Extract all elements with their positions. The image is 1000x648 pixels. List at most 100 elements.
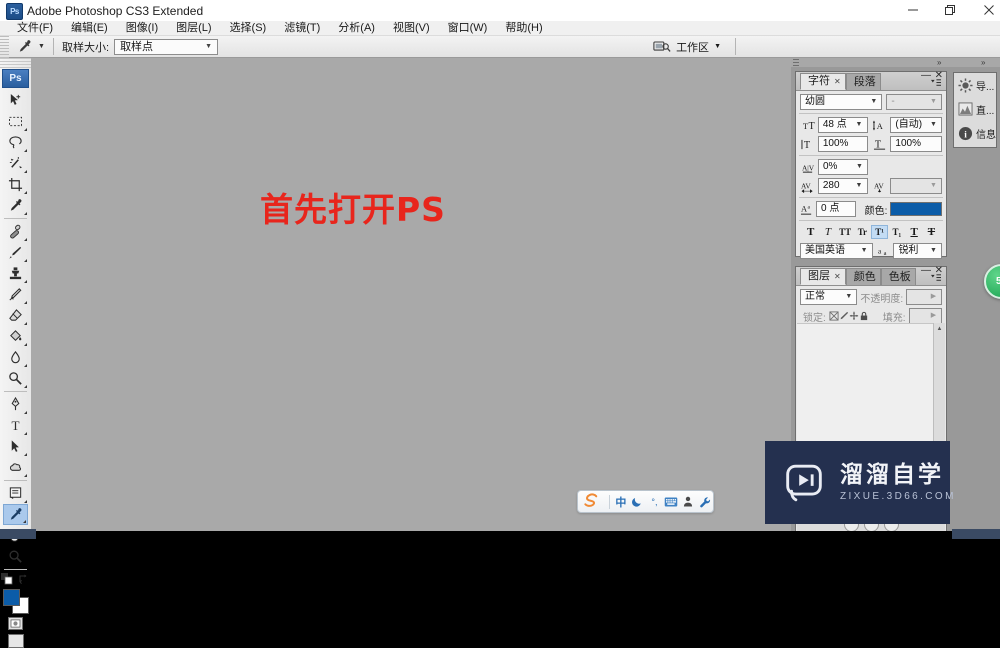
standard-mask-mode-icon[interactable]	[8, 617, 23, 630]
menu-edit[interactable]: 编辑(E)	[62, 21, 117, 36]
font-family-select[interactable]: 幼圆 ▼	[800, 94, 883, 110]
menu-image[interactable]: 图像(I)	[117, 21, 167, 36]
toolbox-ps-badge[interactable]: Ps	[2, 69, 29, 88]
clone-stamp-tool[interactable]	[3, 263, 28, 284]
history-brush-tool[interactable]	[3, 284, 28, 305]
fill-input[interactable]: ▶	[908, 308, 942, 324]
menu-select[interactable]: 选择(S)	[221, 21, 276, 36]
tab-close-icon[interactable]: ✕	[834, 73, 841, 90]
lock-all-icon[interactable]	[859, 310, 869, 323]
all-caps-button[interactable]: TT	[837, 225, 854, 239]
default-colors-icon[interactable]	[1, 573, 13, 585]
menu-help[interactable]: 帮助(H)	[496, 21, 551, 36]
collapse-icon-dock-icon[interactable]: »	[981, 59, 986, 67]
underline-button[interactable]: T	[906, 225, 923, 239]
menu-view[interactable]: 视图(V)	[384, 21, 439, 36]
lock-image-icon[interactable]	[839, 310, 849, 323]
dock-info[interactable]: i 信息	[954, 121, 996, 145]
tab-character[interactable]: 字符 ✕	[800, 73, 846, 90]
workspace-button[interactable]: 工作区 ▼	[644, 36, 729, 57]
user-icon[interactable]	[680, 491, 697, 512]
screen-mode-icon[interactable]	[7, 634, 24, 648]
crop-tool[interactable]	[3, 174, 28, 195]
faux-bold-button[interactable]: T	[802, 225, 819, 239]
canvas-area[interactable]: 首先打开PS 中 °,	[31, 58, 791, 539]
subscript-button[interactable]: T₁	[888, 225, 905, 239]
eraser-tool[interactable]	[3, 305, 28, 326]
tab-color[interactable]: 颜色	[845, 268, 881, 285]
tab-layers[interactable]: 图层 ✕	[800, 268, 846, 285]
font-style-select[interactable]: - ▼	[886, 94, 942, 110]
faux-italic-button[interactable]: T	[819, 225, 836, 239]
lock-transparency-icon[interactable]	[829, 310, 839, 323]
vertical-scale-input[interactable]: 100%	[817, 136, 868, 152]
healing-brush-tool[interactable]	[3, 221, 28, 242]
dock-histogram[interactable]: 直...	[954, 97, 996, 121]
notes-tool[interactable]	[3, 483, 28, 504]
kerning-input[interactable]: 0% ▼	[818, 159, 868, 175]
tool-expand-corner-icon	[24, 432, 27, 435]
tab-close-icon[interactable]: ✕	[834, 268, 841, 285]
panel-menu-icon[interactable]	[929, 271, 943, 284]
tab-paragraph[interactable]: 段落	[845, 73, 881, 90]
collapse-panels-icon[interactable]: »	[937, 59, 942, 67]
toolbox-wrench-icon[interactable]	[696, 491, 713, 512]
small-caps-button[interactable]: Tr	[854, 225, 871, 239]
eyedropper-icon[interactable]	[12, 37, 36, 57]
dodge-tool[interactable]	[3, 368, 28, 389]
panel-menu-icon[interactable]	[929, 76, 943, 89]
pen-tool[interactable]	[3, 394, 28, 415]
tab-swatches[interactable]: 色板	[880, 268, 916, 285]
lock-position-icon[interactable]	[849, 310, 859, 323]
strikethrough-button[interactable]: T	[923, 225, 940, 239]
zoom-tool[interactable]	[3, 546, 28, 567]
toolbox-grip[interactable]	[0, 58, 31, 68]
menu-file[interactable]: 文件(F)	[8, 21, 62, 36]
dock-grip[interactable]: » »	[791, 58, 1000, 67]
menu-layer[interactable]: 图层(L)	[167, 21, 220, 36]
opacity-input[interactable]: ▶	[906, 289, 942, 305]
menu-window[interactable]: 窗口(W)	[439, 21, 497, 36]
eyedropper-active-tool[interactable]	[3, 504, 28, 525]
menu-filter[interactable]: 滤镜(T)	[275, 21, 329, 36]
antialias-icon: aa	[877, 243, 892, 259]
paint-bucket-tool[interactable]	[3, 326, 28, 347]
shape-tool[interactable]	[3, 457, 28, 478]
sample-size-select[interactable]: 取样点 ▼	[114, 38, 219, 55]
magic-wand-tool[interactable]	[3, 153, 28, 174]
tool-preset-caret-icon[interactable]: ▼	[36, 37, 47, 57]
type-tool[interactable]: T	[3, 415, 28, 436]
text-color-swatch[interactable]	[890, 202, 942, 216]
swap-colors-icon[interactable]	[18, 573, 30, 585]
menu-analysis[interactable]: 分析(A)	[329, 21, 384, 36]
tracking-input[interactable]: 280 ▼	[817, 178, 868, 194]
dock-navigator[interactable]: 导...	[954, 73, 996, 97]
scroll-up-arrow-icon[interactable]: ▲	[934, 323, 945, 334]
blur-tool[interactable]	[3, 347, 28, 368]
marquee-tool[interactable]	[3, 111, 28, 132]
sogou-logo-icon[interactable]	[578, 491, 606, 512]
foreground-color-swatch[interactable]	[2, 589, 20, 606]
tsume-input[interactable]: ▼	[890, 178, 943, 194]
antialias-select[interactable]: 锐利 ▼	[893, 243, 942, 259]
path-selection-tool[interactable]	[3, 436, 28, 457]
horizontal-scale-input[interactable]: 100%	[890, 136, 943, 152]
lasso-tool[interactable]	[3, 132, 28, 153]
brush-tool[interactable]	[3, 242, 28, 263]
language-select[interactable]: 美国英语 ▼	[800, 243, 873, 259]
close-button[interactable]	[966, 0, 1000, 21]
superscript-button[interactable]: T¹	[871, 225, 889, 239]
blend-mode-select[interactable]: 正常 ▼	[800, 289, 858, 305]
eyedropper-tool[interactable]	[3, 195, 28, 216]
options-bar-grip[interactable]	[0, 35, 9, 58]
leading-input[interactable]: (自动) ▼	[890, 117, 943, 133]
moon-icon[interactable]	[629, 491, 646, 512]
ime-toolbar[interactable]: 中 °,	[577, 490, 714, 513]
punctuation-icon[interactable]: °,	[646, 491, 663, 512]
soft-keyboard-icon[interactable]	[663, 491, 680, 512]
font-size-input[interactable]: 48 点 ▼	[817, 117, 868, 133]
baseline-shift-input[interactable]: 0 点	[816, 201, 856, 217]
chinese-mode-icon[interactable]: 中	[613, 491, 630, 512]
color-swatches[interactable]	[2, 589, 29, 614]
move-tool[interactable]	[3, 90, 28, 111]
